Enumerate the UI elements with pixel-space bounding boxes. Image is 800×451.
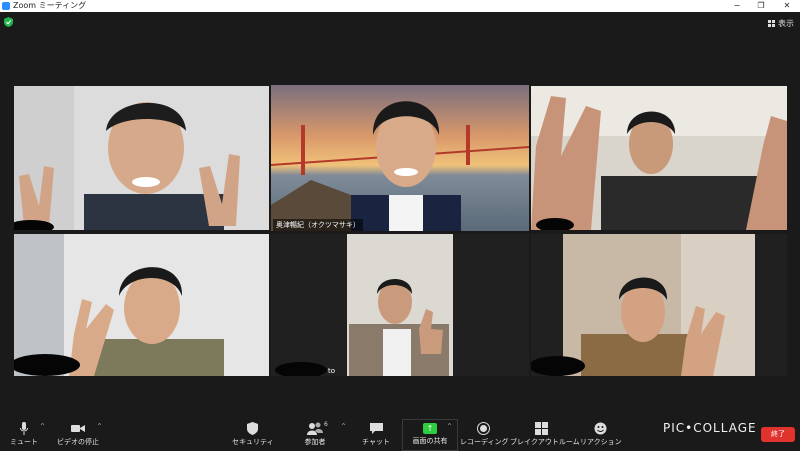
view-toggle-button[interactable]: 表示 [768, 18, 794, 29]
chat-bubble-icon [369, 423, 383, 434]
recording-label: レコーディング [460, 438, 509, 446]
video-tile-6[interactable] [531, 234, 787, 376]
microphone-icon [20, 422, 28, 435]
participant-name-5: to [328, 367, 336, 375]
name-redaction [536, 218, 574, 230]
video-options-caret[interactable]: ^ [97, 423, 102, 430]
mute-label: ミュート [10, 438, 38, 446]
video-feed-1 [14, 86, 269, 230]
video-feed-3 [531, 86, 787, 230]
participant-name-2: 奥津暢紀（オクツマサキ） [273, 219, 363, 231]
video-tile-2-active-speaker[interactable]: 奥津暢紀（オクツマサキ） [271, 85, 529, 231]
share-screen-label: 画面の共有 [412, 437, 448, 445]
security-shield-icon [246, 422, 258, 435]
window-title: Zoom ミーティング [13, 1, 87, 10]
zoom-app-icon [2, 2, 10, 10]
chat-button[interactable]: チャット [360, 419, 392, 449]
encryption-shield-icon[interactable] [4, 17, 13, 27]
name-redaction [531, 356, 585, 376]
name-redaction [14, 220, 54, 230]
audio-options-caret[interactable]: ^ [40, 423, 45, 430]
video-feed-5 [271, 234, 529, 376]
video-tile-1[interactable] [14, 86, 269, 230]
security-label: セキュリティ [232, 438, 274, 446]
view-label: 表示 [778, 19, 794, 28]
window-titlebar: Zoom ミーティング − ❐ ✕ [0, 0, 800, 12]
record-icon [476, 422, 490, 435]
participants-count: 6 [324, 421, 328, 428]
share-arrow-icon: ↑ [423, 423, 437, 434]
security-button[interactable]: セキュリティ [232, 419, 274, 449]
reactions-button[interactable]: リアクション [580, 419, 622, 449]
piccollage-watermark: PIC•COLLAGE [663, 421, 757, 435]
close-button[interactable]: ✕ [778, 0, 796, 12]
video-tile-5[interactable]: to [271, 234, 529, 376]
participants-label: 参加者 [304, 438, 326, 446]
mute-button[interactable]: ミュート [8, 419, 40, 449]
end-meeting-button[interactable]: 終了 [761, 427, 795, 442]
participants-icon [307, 422, 323, 435]
video-camera-icon [71, 425, 85, 432]
video-tile-3[interactable] [531, 86, 787, 230]
grid-icon [768, 20, 775, 27]
participants-options-caret[interactable]: ^ [341, 423, 346, 430]
minimize-button[interactable]: − [728, 0, 746, 12]
reaction-smiley-icon [594, 422, 606, 435]
video-feed-2 [271, 85, 529, 231]
breakout-rooms-button[interactable]: ブレイクアウトルーム [510, 419, 580, 449]
video-feed-6 [531, 234, 787, 376]
stop-video-label: ビデオの停止 [57, 438, 99, 446]
recording-button[interactable]: レコーディング [460, 419, 509, 449]
share-options-caret[interactable]: ^ [447, 423, 452, 430]
stop-video-button[interactable]: ビデオの停止 [55, 419, 101, 449]
breakout-label: ブレイクアウトルーム [510, 438, 580, 446]
breakout-grid-icon [534, 422, 548, 435]
name-redaction [275, 362, 327, 376]
reactions-label: リアクション [580, 438, 622, 446]
video-tile-4[interactable] [14, 234, 269, 376]
maximize-button[interactable]: ❐ [752, 0, 770, 12]
chat-label: チャット [362, 438, 390, 446]
